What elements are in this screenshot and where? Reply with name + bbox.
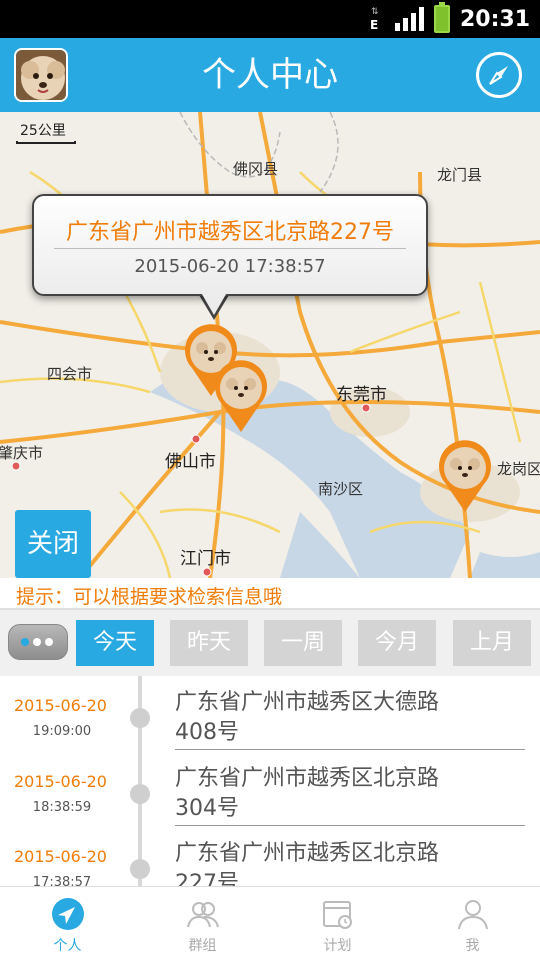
map-view[interactable]: 25公里 佛冈县 龙门县 四会市 东莞市 肇庆市 佛山市 南沙区 龙岗区 江门市 (0, 112, 540, 578)
map-label: 四会市 (47, 365, 93, 383)
filter-tab-this-month[interactable]: 今月 (358, 620, 436, 666)
map-label: 南沙区 (318, 480, 364, 498)
history-date: 2015-06-20 (14, 696, 107, 715)
history-time: 17:38:57 (32, 875, 92, 886)
page-title: 个人中心 (202, 55, 338, 95)
history-divider (175, 825, 525, 826)
callout-tail-inner (199, 289, 229, 315)
dog-location-pin-icon (215, 360, 267, 432)
compass-icon[interactable] (476, 52, 522, 98)
map-scale-bar (16, 141, 76, 144)
history-divider (175, 749, 525, 750)
nav-group[interactable]: 群组 (135, 887, 270, 960)
location-callout[interactable]: 广东省广州市越秀区北京路227号 2015-06-20 17:38:57 (32, 194, 428, 296)
network-e-icon: ⇅ E (369, 7, 379, 33)
group-icon (186, 902, 219, 928)
network-type-label: E (369, 18, 379, 32)
history-time: 19:09:00 (32, 724, 92, 739)
map-scale-label: 25公里 (20, 123, 66, 139)
timeline-dot (130, 859, 150, 879)
history-date: 2015-06-20 (14, 772, 107, 791)
plan-icon (322, 901, 352, 929)
nav-label: 计划 (323, 938, 352, 954)
map-label: 佛山市 (165, 452, 216, 472)
map-label: 龙岗区 (497, 460, 540, 478)
person-icon (457, 900, 488, 930)
hint-bar: 提示：可以根据要求检索信息哦 (0, 578, 540, 610)
timeline-dot (130, 784, 150, 804)
filter-tab-last-month[interactable]: 上月 (453, 620, 531, 666)
callout-divider (54, 248, 406, 249)
hint-text: 提示：可以根据要求检索信息哦 (16, 586, 283, 608)
history-address: 广东省广州市越秀区北京路227号 (175, 841, 440, 886)
signal-icon (394, 7, 424, 31)
history-address: 广东省广州市越秀区大德路408号 (175, 690, 440, 745)
app-header: 个人中心 (0, 38, 540, 112)
callout-address: 广东省广州市越秀区北京路227号 (66, 220, 394, 245)
map-label: 佛冈县 (233, 160, 279, 178)
location-pin[interactable] (212, 360, 270, 434)
location-arrow-icon (51, 898, 84, 930)
timeline-dot (130, 708, 150, 728)
date-filter-bar: 今天 昨天 一周 今月 上月 (0, 610, 540, 676)
history-item[interactable]: 2015-06-20 19:09:00 广东省广州市越秀区大德路408号 (0, 680, 540, 756)
nav-label: 群组 (188, 938, 217, 954)
history-item[interactable]: 2015-06-20 17:38:57 广东省广州市越秀区北京路227号 (0, 831, 540, 886)
bottom-nav: 个人 群组 计划 我 (0, 886, 540, 960)
filter-tab-week[interactable]: 一周 (264, 620, 342, 666)
filter-tab-yesterday[interactable]: 昨天 (170, 620, 248, 666)
status-clock: 20:31 (459, 6, 530, 32)
map-label: 东莞市 (336, 385, 387, 405)
history-date: 2015-06-20 (14, 847, 107, 866)
location-history-list[interactable]: 2015-06-20 19:09:00 广东省广州市越秀区大德路408号 201… (0, 676, 540, 886)
close-map-button[interactable]: 关闭 (15, 510, 91, 578)
history-item[interactable]: 2015-06-20 18:38:59 广东省广州市越秀区北京路304号 (0, 756, 540, 832)
status-bar: ⇅ E 20:31 (0, 0, 540, 38)
more-options-button[interactable] (8, 624, 68, 660)
nav-me[interactable]: 我 (405, 887, 540, 960)
history-time: 18:38:59 (32, 800, 92, 815)
location-pin[interactable] (436, 440, 494, 514)
battery-icon (433, 2, 450, 33)
history-address: 广东省广州市越秀区北京路304号 (175, 766, 440, 821)
nav-label: 我 (465, 938, 480, 954)
nav-personal[interactable]: 个人 (0, 887, 135, 960)
filter-tab-today[interactable]: 今天 (76, 620, 154, 666)
more-dots-icon (21, 638, 53, 646)
dog-location-pin-icon (439, 440, 491, 512)
nav-plan[interactable]: 计划 (270, 887, 405, 960)
status-icons: ⇅ E 20:31 (365, 0, 530, 38)
callout-time: 2015-06-20 17:38:57 (134, 256, 326, 277)
nav-label: 个人 (53, 938, 82, 954)
map-label: 龙门县 (437, 166, 483, 184)
map-label: 江门市 (180, 549, 231, 569)
map-label: 肇庆市 (0, 444, 44, 462)
